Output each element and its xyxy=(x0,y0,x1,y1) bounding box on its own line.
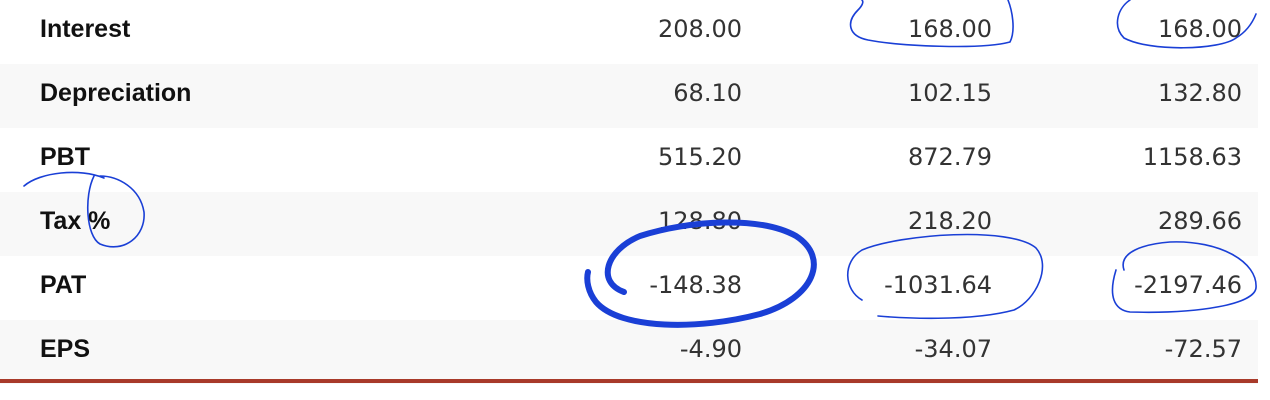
cell-value: 102.15 xyxy=(908,79,992,107)
cell-value: 872.79 xyxy=(908,143,992,171)
table-row-pbt: PBT 515.20 872.79 1158.63 xyxy=(0,128,1258,192)
cell-value: 132.80 xyxy=(1158,79,1242,107)
table-row-eps: EPS -4.90 -34.07 -72.57 xyxy=(0,320,1258,384)
cell-value: -72.57 xyxy=(1164,335,1242,363)
cell-value: 1158.63 xyxy=(1142,143,1242,171)
cell-value: -2197.46 xyxy=(1134,271,1242,299)
cell-value: 168.00 xyxy=(1158,15,1242,43)
cell-value: 289.66 xyxy=(1158,207,1242,235)
cell-value: -1031.64 xyxy=(884,271,992,299)
cell-value: 68.10 xyxy=(673,79,742,107)
cell-value: 218.20 xyxy=(908,207,992,235)
cell-value: 515.20 xyxy=(658,143,742,171)
row-label: Tax % xyxy=(40,207,111,235)
row-label: Depreciation xyxy=(40,79,192,107)
row-label: PBT xyxy=(40,143,90,171)
cell-value: -4.90 xyxy=(679,335,742,363)
cell-value: -34.07 xyxy=(914,335,992,363)
row-label: EPS xyxy=(40,335,91,363)
row-label: Interest xyxy=(40,15,131,43)
table-row-pat: PAT -148.38 -1031.64 -2197.46 xyxy=(0,256,1258,320)
table-row-depreciation: Depreciation 68.10 102.15 132.80 xyxy=(0,64,1258,128)
cell-value: 168.00 xyxy=(908,15,992,43)
table-row-interest: Interest 208.00 168.00 168.00 xyxy=(0,0,1258,64)
table-bottom-rule xyxy=(0,379,1258,383)
cell-value: 208.00 xyxy=(658,15,742,43)
table-row-tax: Tax % 128.80 218.20 289.66 xyxy=(0,192,1258,256)
cell-value: -148.38 xyxy=(649,271,742,299)
row-label: PAT xyxy=(40,271,87,299)
financial-table: Interest 208.00 168.00 168.00 Depreciati… xyxy=(0,0,1258,384)
cell-value: 128.80 xyxy=(658,207,742,235)
